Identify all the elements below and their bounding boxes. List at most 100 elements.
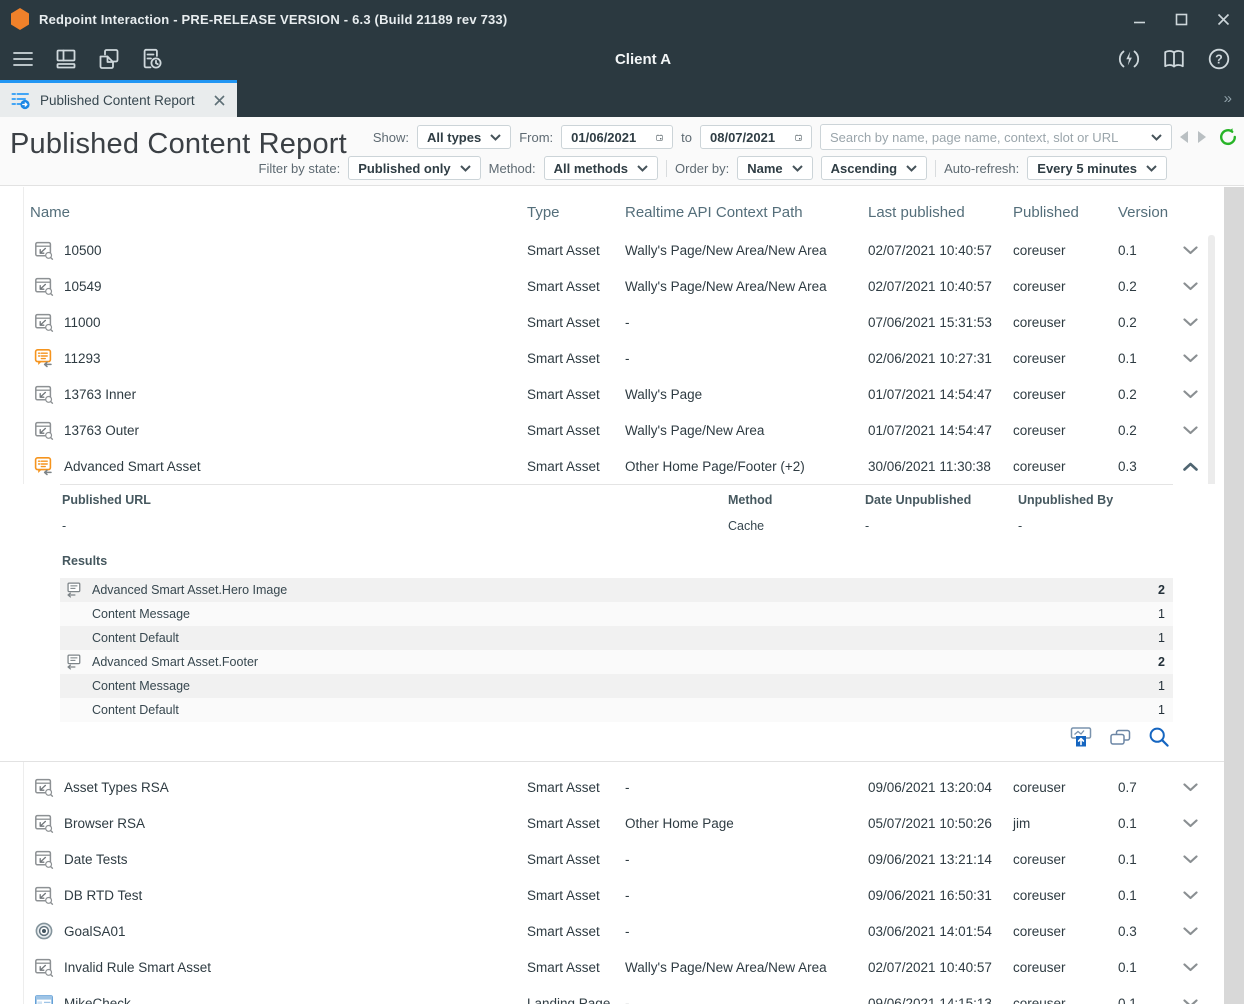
table-row[interactable]: Invalid Rule Smart Asset Smart Asset Wal…: [0, 949, 1224, 985]
row-type-icon: [34, 877, 56, 913]
row-type: Smart Asset: [527, 949, 600, 985]
search-input[interactable]: [830, 130, 1145, 145]
show-label: Show:: [373, 130, 409, 145]
expand-chevron-icon[interactable]: [1176, 949, 1204, 985]
row-type: Smart Asset: [527, 877, 600, 913]
table-row[interactable]: 10549 Smart Asset Wally's Page/New Area/…: [0, 268, 1224, 304]
tab-published-content-report[interactable]: Published Content Report: [0, 80, 237, 117]
row-type-icon: [34, 805, 56, 841]
row-last-published: 02/07/2021 10:40:57: [868, 232, 992, 268]
search-dropdown-chevron-icon[interactable]: [1151, 134, 1162, 141]
show-type-dropdown[interactable]: All types: [417, 125, 511, 149]
expand-chevron-icon[interactable]: [1176, 841, 1204, 877]
publish-action-icon[interactable]: [1070, 726, 1092, 748]
to-date-field[interactable]: [700, 125, 812, 149]
row-published-by: coreuser: [1013, 268, 1066, 304]
expand-chevron-icon[interactable]: [1176, 985, 1204, 1004]
column-header-version: Version: [1118, 204, 1168, 221]
expand-chevron-icon[interactable]: [1176, 769, 1204, 805]
expand-chevron-icon[interactable]: [1176, 805, 1204, 841]
row-published-by: coreuser: [1013, 232, 1066, 268]
refresh-icon[interactable]: [1218, 127, 1238, 147]
row-version: 0.2: [1118, 376, 1137, 412]
from-date-input[interactable]: [571, 130, 647, 145]
help-icon[interactable]: ?: [1206, 46, 1232, 72]
divider: [666, 160, 667, 177]
result-row: Advanced Smart Asset.Footer 2: [60, 650, 1173, 674]
expand-chevron-icon[interactable]: [1176, 304, 1204, 340]
workspace-layout-icon[interactable]: [53, 46, 79, 72]
row-name: Browser RSA: [64, 805, 145, 841]
row-version: 0.3: [1118, 913, 1137, 949]
main-menu-icon[interactable]: [10, 46, 36, 72]
expand-chevron-icon[interactable]: [1176, 268, 1204, 304]
client-name-label: Client A: [0, 38, 1244, 80]
row-last-published: 30/06/2021 11:30:38: [868, 448, 991, 484]
table-row[interactable]: 13763 Inner Smart Asset Wally's Page 01/…: [0, 376, 1224, 412]
search-field[interactable]: [820, 124, 1172, 150]
row-published-by: coreuser: [1013, 769, 1066, 805]
table-row[interactable]: DB RTD Test Smart Asset - 09/06/2021 16:…: [0, 877, 1224, 913]
table-row[interactable]: MikeCheck Landing Page - 09/06/2021 14:1…: [0, 985, 1224, 1004]
expand-chevron-icon[interactable]: [1176, 232, 1204, 268]
from-date-field[interactable]: [561, 125, 673, 149]
row-context-path: Other Home Page: [625, 805, 734, 841]
row-published-by: coreuser: [1013, 913, 1066, 949]
expand-chevron-icon[interactable]: [1176, 913, 1204, 949]
result-row: Content Message 1: [60, 602, 1173, 626]
result-count: 1: [1158, 602, 1165, 626]
table-row[interactable]: 13763 Outer Smart Asset Wally's Page/New…: [0, 412, 1224, 448]
row-name: 13763 Outer: [64, 412, 139, 448]
result-row: Content Default 1: [60, 626, 1173, 650]
table-row[interactable]: Advanced Smart Asset Smart Asset Other H…: [0, 448, 1224, 484]
minimize-button[interactable]: [1132, 12, 1146, 26]
expand-chevron-icon[interactable]: [1176, 448, 1204, 484]
result-row: Content Message 1: [60, 674, 1173, 698]
expand-chevron-icon[interactable]: [1176, 412, 1204, 448]
row-name: DB RTD Test: [64, 877, 142, 913]
maximize-button[interactable]: [1174, 12, 1188, 26]
documentation-book-icon[interactable]: [1161, 46, 1187, 72]
filter-state-dropdown[interactable]: Published only: [348, 156, 480, 180]
search-results-icon[interactable]: [1148, 726, 1170, 748]
tab-bar: Published Content Report »: [0, 80, 1244, 117]
order-by-dropdown[interactable]: Name: [737, 156, 812, 180]
table-row[interactable]: Browser RSA Smart Asset Other Home Page …: [0, 805, 1224, 841]
table-row[interactable]: Asset Types RSA Smart Asset - 09/06/2021…: [0, 769, 1224, 805]
close-window-button[interactable]: [1216, 12, 1230, 26]
pages-icon[interactable]: [96, 46, 122, 72]
expand-chevron-icon[interactable]: [1176, 340, 1204, 376]
row-name: GoalSA01: [64, 913, 126, 949]
result-row: Advanced Smart Asset.Hero Image 2: [60, 578, 1173, 602]
tab-overflow-chevrons-icon[interactable]: »: [1224, 80, 1232, 117]
table-row[interactable]: 11293 Smart Asset - 02/06/2021 10:27:31 …: [0, 340, 1224, 376]
table-row[interactable]: 11000 Smart Asset - 07/06/2021 15:31:53 …: [0, 304, 1224, 340]
table-header-row: Name Type Realtime API Context Path Last…: [0, 196, 1224, 232]
table-row[interactable]: 10500 Smart Asset Wally's Page/New Area/…: [0, 232, 1224, 268]
row-name: 10500: [64, 232, 102, 268]
duplicate-cards-icon[interactable]: [1109, 726, 1131, 748]
table-row[interactable]: Date Tests Smart Asset - 09/06/2021 13:2…: [0, 841, 1224, 877]
row-published-by: jim: [1013, 805, 1030, 841]
expand-chevron-icon[interactable]: [1176, 376, 1204, 412]
row-type: Smart Asset: [527, 376, 600, 412]
row-type: Smart Asset: [527, 340, 600, 376]
to-date-input[interactable]: [710, 130, 786, 145]
row-type-icon: [34, 841, 56, 877]
auto-refresh-dropdown[interactable]: Every 5 minutes: [1027, 156, 1167, 180]
previous-page-arrow[interactable]: [1180, 131, 1188, 143]
next-page-arrow[interactable]: [1198, 131, 1206, 143]
expand-chevron-icon[interactable]: [1176, 877, 1204, 913]
row-version: 0.2: [1118, 304, 1137, 340]
order-direction-dropdown[interactable]: Ascending: [821, 156, 927, 180]
tab-close-icon[interactable]: [211, 92, 227, 108]
result-count: 2: [1158, 578, 1165, 602]
report-history-icon[interactable]: [139, 46, 165, 72]
api-connections-icon[interactable]: [1116, 46, 1142, 72]
method-dropdown[interactable]: All methods: [544, 156, 658, 180]
result-label: Advanced Smart Asset.Hero Image: [92, 578, 287, 602]
row-name: 11000: [64, 304, 101, 340]
row-last-published: 03/06/2021 14:01:54: [868, 913, 992, 949]
table-row[interactable]: GoalSA01 Smart Asset - 03/06/2021 14:01:…: [0, 913, 1224, 949]
result-asset-icon: [65, 653, 83, 671]
